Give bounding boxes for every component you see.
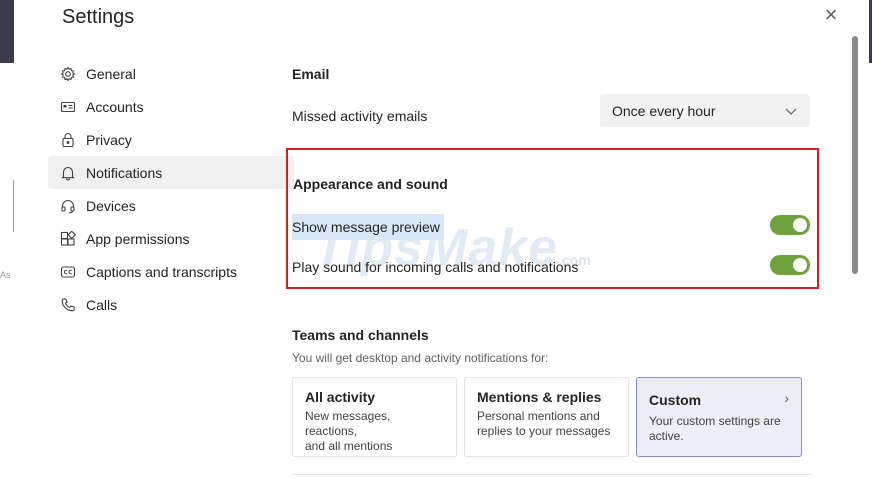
chevron-right-icon: › <box>784 390 789 406</box>
play-sound-toggle[interactable] <box>770 255 810 275</box>
nav-item-accounts[interactable]: Accounts <box>48 90 294 123</box>
nav-item-privacy[interactable]: Privacy <box>48 123 294 156</box>
message-preview-toggle[interactable] <box>770 215 810 235</box>
nav-item-devices[interactable]: Devices <box>48 189 294 222</box>
card-mentions-replies[interactable]: Mentions & replies Personal mentions and… <box>464 377 629 457</box>
card-all-activity[interactable]: All activity New messages, reactions, an… <box>292 377 457 457</box>
card-desc-line1: New messages, reactions, <box>305 409 391 438</box>
toggle-knob <box>793 258 807 272</box>
card-title: Custom <box>649 392 702 408</box>
lock-icon <box>60 132 76 148</box>
card-desc-line2: and all mentions <box>305 439 393 453</box>
teams-section-title: Teams and channels <box>292 327 429 343</box>
background-text-fragment: As <box>0 270 11 280</box>
card-desc-line2: active. <box>649 429 684 443</box>
nav-label-general: General <box>86 65 136 82</box>
nav-item-captions[interactable]: Captions and transcripts <box>48 255 294 288</box>
section-divider <box>292 474 812 475</box>
phone-icon <box>60 297 76 313</box>
nav-item-app-permissions[interactable]: App permissions <box>48 222 294 255</box>
play-sound-label: Play sound for incoming calls and notifi… <box>292 259 579 275</box>
notifications-content: Email Missed activity emails Once every … <box>286 0 832 500</box>
nav-label-calls: Calls <box>86 296 118 313</box>
nav-item-calls[interactable]: Calls <box>48 288 294 321</box>
nav-label-app-permissions: App permissions <box>86 230 190 247</box>
scrollbar[interactable] <box>852 36 858 274</box>
dialog-title: Settings <box>62 6 135 28</box>
nav-label-notifications: Notifications <box>86 164 163 181</box>
missed-activity-dropdown[interactable]: Once every hour <box>600 94 810 127</box>
email-section-title: Email <box>292 66 330 82</box>
nav-label-devices: Devices <box>86 197 136 214</box>
card-title: All activity <box>305 389 376 405</box>
dropdown-value: Once every hour <box>612 103 716 119</box>
nav-label-privacy: Privacy <box>86 131 132 148</box>
message-preview-label: Show message preview <box>292 219 440 235</box>
id-card-icon <box>60 99 76 115</box>
nav-item-notifications[interactable]: Notifications <box>48 156 294 189</box>
card-desc-line1: Personal mentions and <box>477 409 600 423</box>
nav-label-accounts: Accounts <box>86 98 144 115</box>
cc-icon <box>60 264 76 280</box>
card-desc-line2: replies to your messages <box>477 424 611 438</box>
card-desc-line1: Your custom settings are <box>649 414 781 428</box>
toggle-knob <box>793 218 807 232</box>
missed-activity-label: Missed activity emails <box>292 108 428 124</box>
settings-nav: General Accounts Privacy Notifications D… <box>48 57 294 321</box>
nav-label-captions: Captions and transcripts <box>86 263 237 280</box>
appearance-section-title: Appearance and sound <box>293 176 448 192</box>
headset-icon <box>60 198 76 214</box>
apps-icon <box>60 230 76 247</box>
settings-dialog: Settings × General Accounts Privacy Noti… <box>14 0 869 500</box>
nav-item-general[interactable]: General <box>48 57 294 90</box>
chevron-down-icon <box>784 104 798 118</box>
gear-icon <box>60 66 76 82</box>
card-title: Mentions & replies <box>477 389 602 405</box>
card-custom[interactable]: Custom › Your custom settings are active… <box>636 377 802 457</box>
teams-section-subtitle: You will get desktop and activity notifi… <box>292 351 549 365</box>
bell-icon <box>60 165 76 181</box>
background-app-bar <box>0 0 14 63</box>
